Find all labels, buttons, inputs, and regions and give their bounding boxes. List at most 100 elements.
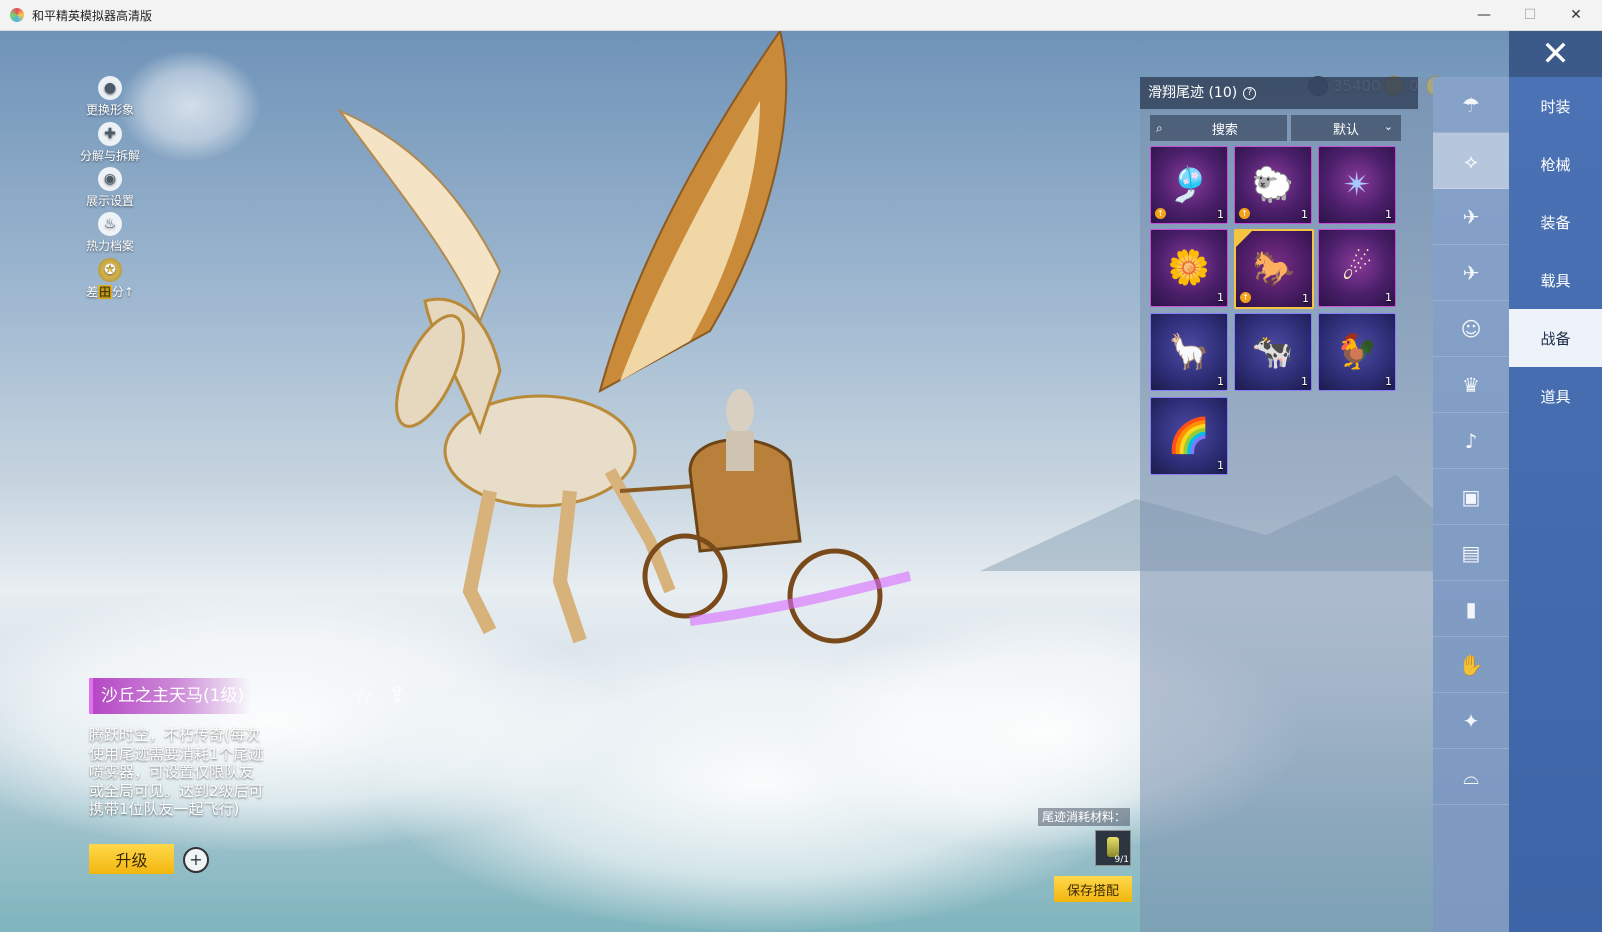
tab-equipment[interactable]: 装备 bbox=[1509, 193, 1602, 251]
upgrade-badge-icon: ↑ bbox=[1239, 208, 1250, 219]
eye-icon: ◉ bbox=[98, 167, 122, 191]
search-input[interactable]: ⌕ 搜索 bbox=[1150, 115, 1287, 141]
decompose-button[interactable]: ✚ 分解与拆解 bbox=[78, 122, 142, 164]
upgrade-badge-icon: ↑ bbox=[1240, 292, 1251, 303]
tab-battle-gear[interactable]: 战备 bbox=[1509, 309, 1602, 367]
flame-icon: ♨ bbox=[98, 212, 122, 236]
chariot-angel-icon: 🐑 bbox=[1251, 165, 1295, 205]
hand-icon[interactable]: ✋ bbox=[1433, 637, 1509, 693]
voice-icon[interactable]: ♪ bbox=[1433, 413, 1509, 469]
emote-icon[interactable]: ☺ bbox=[1433, 301, 1509, 357]
favorite-star-icon[interactable]: ☆ bbox=[352, 682, 374, 710]
airplane-icon[interactable]: ✈ bbox=[1433, 245, 1509, 301]
companion-icon[interactable]: ♛ bbox=[1433, 357, 1509, 413]
decompose-label: 分解与拆解 bbox=[79, 149, 140, 163]
window-titlebar: 和平精英模拟器高清版 — ☐ ✕ bbox=[0, 0, 1602, 31]
rank-badge-text: 田 bbox=[97, 285, 112, 299]
display-settings-button[interactable]: ◉ 展示设置 bbox=[78, 167, 142, 209]
trail-item-chicken-toy[interactable]: 🐓 1 bbox=[1318, 313, 1396, 391]
sort-dropdown[interactable]: 默认 ⌄ bbox=[1291, 115, 1401, 141]
chicken-toy-icon: 🐓 bbox=[1335, 332, 1379, 372]
photo-icon[interactable]: ▤ bbox=[1433, 525, 1509, 581]
trail-spray-material[interactable]: 9/1 bbox=[1095, 830, 1131, 866]
rank-score-tail: 分↑ bbox=[111, 285, 135, 299]
trail-item-cow-toy[interactable]: 🐄 1 bbox=[1234, 313, 1312, 391]
save-outfit-button[interactable]: 保存搭配 bbox=[1054, 876, 1132, 902]
panel-title: 滑翔尾迹 (10) bbox=[1148, 85, 1238, 101]
trail-item-pegasus-chariot-selected[interactable]: 🐎 ↑ 1 bbox=[1234, 229, 1314, 309]
spray-icon[interactable]: ▮ bbox=[1433, 581, 1509, 637]
item-count: 1 bbox=[1302, 292, 1309, 305]
chevron-down-icon: ⌄ bbox=[1383, 120, 1393, 133]
trail-item-jellyfish[interactable]: 🎐 ↑ 1 bbox=[1150, 146, 1228, 224]
rank-score-label: 差 bbox=[85, 285, 98, 299]
search-placeholder: 搜索 bbox=[1211, 122, 1238, 138]
item-count: 1 bbox=[1217, 375, 1224, 388]
item-count: 1 bbox=[1385, 291, 1392, 304]
glider-trail-icon[interactable]: ⟡ bbox=[1433, 133, 1509, 189]
tab-weapons[interactable]: 枪械 bbox=[1509, 135, 1602, 193]
rainbow-trail-icon: 🌈 bbox=[1167, 416, 1211, 456]
upgrade-badge-icon: ↑ bbox=[1155, 208, 1166, 219]
item-description: 腾跃时空，不朽传奇(每次使用尾迹需要消耗1个尾迹喷雾器，可设置仅限队友或全局可见… bbox=[89, 726, 264, 818]
pegasus-chariot-model bbox=[337, 31, 912, 644]
spray-can-icon bbox=[1107, 837, 1119, 857]
drone-icon[interactable]: ✈ bbox=[1433, 189, 1509, 245]
cow-toy-icon: 🐄 bbox=[1251, 332, 1295, 372]
minimize-button[interactable]: — bbox=[1462, 0, 1506, 30]
trail-item-alpaca[interactable]: 🦙 1 bbox=[1150, 313, 1228, 391]
sort-value: 默认 bbox=[1332, 122, 1359, 138]
heat-archive-label: 热力档案 bbox=[85, 239, 134, 253]
tab-fashion[interactable]: 时装 bbox=[1509, 77, 1602, 135]
rank-score-button[interactable]: ✪ 差田分↑ bbox=[78, 258, 142, 300]
item-count: 1 bbox=[1385, 208, 1392, 221]
trail-item-rainbow[interactable]: 🌈 1 bbox=[1150, 397, 1228, 475]
share-icon[interactable]: ⇪ bbox=[388, 683, 406, 708]
item-count: 1 bbox=[1301, 375, 1308, 388]
change-appearance-label: 更换形象 bbox=[85, 103, 134, 117]
alpaca-icon: 🦙 bbox=[1167, 332, 1211, 372]
flower-icon: 🌼 bbox=[1167, 248, 1211, 288]
trail-item-flower[interactable]: 🌼 1 bbox=[1150, 229, 1228, 307]
change-appearance-button[interactable]: ● 更换形象 bbox=[78, 76, 142, 118]
close-window-button[interactable]: ✕ bbox=[1554, 0, 1598, 30]
jellyfish-icon: 🎐 bbox=[1167, 165, 1211, 205]
chat-bubble-icon[interactable]: ▣ bbox=[1433, 469, 1509, 525]
maximize-button[interactable]: ☐ bbox=[1508, 0, 1552, 30]
close-icon[interactable]: ✕ bbox=[1509, 31, 1602, 77]
trail-item-meteor[interactable]: ☄ 1 bbox=[1318, 229, 1396, 307]
rank-badge-icon: ✪ bbox=[98, 258, 122, 282]
trail-item-compass-star[interactable]: ✴ 1 bbox=[1318, 146, 1396, 224]
subcategory-column: ☂ ⟡ ✈ ✈ ☺ ♛ ♪ ▣ ▤ ▮ ✋ ✦ ⌓ bbox=[1433, 77, 1509, 932]
selected-corner-icon bbox=[1236, 231, 1252, 247]
tab-props[interactable]: 道具 bbox=[1509, 367, 1602, 425]
display-settings-label: 展示设置 bbox=[85, 194, 134, 208]
panel-header: 滑翔尾迹 (10)? bbox=[1140, 77, 1418, 109]
zoom-plus-icon[interactable]: + bbox=[183, 847, 209, 873]
trail-item-chariot-angel[interactable]: 🐑 ↑ 1 bbox=[1234, 146, 1312, 224]
pegasus-chariot-icon: 🐎 bbox=[1252, 249, 1296, 289]
heat-archive-button[interactable]: ♨ 热力档案 bbox=[78, 212, 142, 254]
item-count: 1 bbox=[1217, 291, 1224, 304]
glider-trail-panel: 滑翔尾迹 (10)? ⌕ 搜索 默认 ⌄ 🎐 ↑ 1 🐑 ↑ 1 ✴ 1 🌼 1… bbox=[1140, 77, 1433, 932]
item-count: 1 bbox=[1217, 208, 1224, 221]
parachute-icon[interactable]: ☂ bbox=[1433, 77, 1509, 133]
item-count: 1 bbox=[1385, 375, 1392, 388]
sparkle-icon[interactable]: ✦ bbox=[1433, 693, 1509, 749]
upgrade-button[interactable]: 升级 bbox=[89, 844, 174, 874]
help-icon[interactable]: ? bbox=[1243, 86, 1257, 100]
tab-vehicles[interactable]: 载具 bbox=[1509, 251, 1602, 309]
material-label: 尾迹消耗材料： bbox=[1038, 808, 1131, 826]
item-count: 1 bbox=[1217, 459, 1224, 472]
item-count: 1 bbox=[1301, 208, 1308, 221]
item-name: 沙丘之主天马(1级) bbox=[89, 678, 251, 714]
avatar-icon: ● bbox=[98, 76, 122, 100]
puzzle-icon: ✚ bbox=[98, 122, 122, 146]
tray-icon[interactable]: ⌓ bbox=[1433, 749, 1509, 805]
window-title: 和平精英模拟器高清版 bbox=[32, 8, 153, 23]
app-icon bbox=[10, 8, 24, 22]
meteor-icon: ☄ bbox=[1341, 248, 1373, 288]
category-nav: 时装 枪械 装备 载具 战备 道具 bbox=[1509, 77, 1602, 932]
search-icon: ⌕ bbox=[1156, 120, 1163, 135]
material-count: 9/1 bbox=[1114, 855, 1129, 865]
